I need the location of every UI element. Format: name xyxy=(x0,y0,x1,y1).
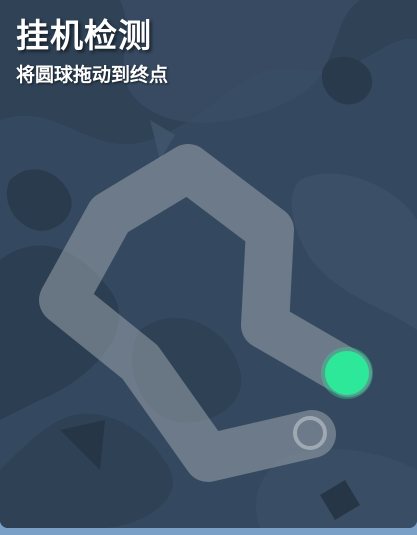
captcha-card: 挂机检测 将圆球拖动到终点 xyxy=(0,0,417,528)
drag-ball-icon[interactable] xyxy=(325,351,369,395)
target-ring-icon xyxy=(293,416,327,450)
drag-track xyxy=(39,144,372,482)
